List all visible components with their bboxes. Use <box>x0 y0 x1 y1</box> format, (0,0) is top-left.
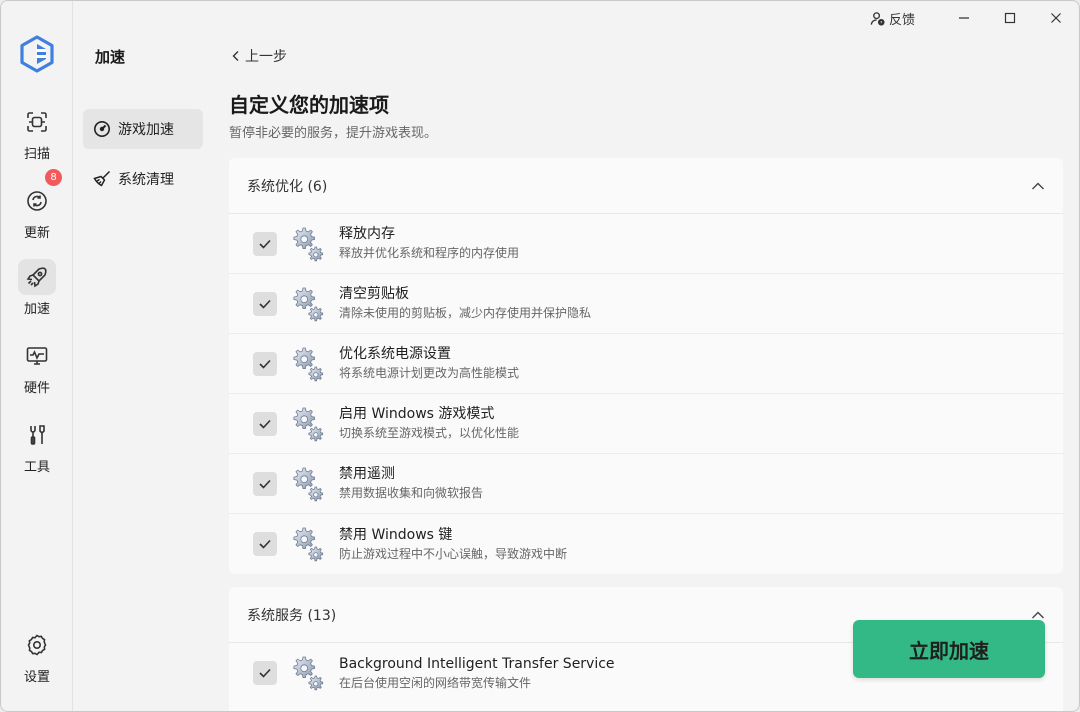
subnav-item-system-clean[interactable]: 系统清理 <box>83 159 203 199</box>
icon-rail: 扫描 8 更新 加速 硬件 工具 设置 <box>1 1 73 711</box>
gears-icon <box>286 524 326 564</box>
checkmark-icon <box>259 479 271 489</box>
subnav-item-game-boost[interactable]: 游戏加速 <box>83 109 203 149</box>
rail-label-hardware: 硬件 <box>23 381 50 396</box>
item-desc: 切换系统至游戏模式，以优化性能 <box>339 426 520 440</box>
rail-item-settings[interactable]: 设置 <box>1 627 73 685</box>
page-title: 自定义您的加速项 <box>229 93 389 117</box>
gears-icon <box>286 224 326 264</box>
item-desc: 释放并优化系统和程序的内存使用 <box>339 246 520 260</box>
rail-label-scan: 扫描 <box>23 147 50 162</box>
gears-icon <box>286 284 326 324</box>
checkmark-icon <box>259 359 271 369</box>
app-logo-icon <box>20 35 54 73</box>
list-item: 释放内存 释放并优化系统和程序的内存使用 <box>229 214 1063 274</box>
item-desc: 清除未使用的剪贴板，减少内存使用并保护隐私 <box>339 306 592 320</box>
item-desc: 在后台使用空闲的网络带宽传输文件 <box>339 675 532 690</box>
item-title: 禁用遥测 <box>339 466 395 482</box>
checkmark-icon <box>259 419 271 429</box>
checkmark-icon <box>259 668 271 678</box>
hardware-monitor-icon <box>18 338 56 374</box>
list-item: 启用 Windows 游戏模式 切换系统至游戏模式，以优化性能 <box>229 394 1063 454</box>
rail-item-tools[interactable]: 工具 <box>1 417 73 475</box>
checkmark-icon <box>259 299 271 309</box>
rocket-icon <box>18 259 56 295</box>
gauge-icon <box>94 121 110 137</box>
rail-item-scan[interactable]: 扫描 <box>1 104 73 162</box>
broom-icon <box>93 170 111 187</box>
subnav-label-system-clean: 系统清理 <box>118 172 174 188</box>
update-count-badge: 8 <box>45 169 62 186</box>
rail-item-hardware[interactable]: 硬件 <box>1 338 73 396</box>
main-content: 上一步 自定义您的加速项 暂停非必要的服务，提升游戏表现。 系统优化 (6) 释… <box>213 1 1079 711</box>
update-icon: 8 <box>18 169 62 219</box>
rail-item-update[interactable]: 8 更新 <box>1 169 73 241</box>
gears-icon <box>286 653 326 693</box>
list-item: 清空剪贴板 清除未使用的剪贴板，减少内存使用并保护隐私 <box>229 274 1063 334</box>
subnav-title: 加速 <box>95 48 126 66</box>
gears-icon <box>286 464 326 504</box>
item-title: 禁用 Windows 键 <box>339 526 453 543</box>
item-checkbox[interactable] <box>253 291 277 316</box>
gears-icon <box>286 344 326 384</box>
rail-label-settings: 设置 <box>23 670 50 685</box>
group-title: 系统优化 (6) <box>247 178 328 195</box>
tools-icon <box>18 417 56 453</box>
item-title: 清空剪贴板 <box>339 286 409 302</box>
item-desc: 防止游戏过程中不小心误触，导致游戏中断 <box>339 546 568 561</box>
list-item: 禁用遥测 禁用数据收集和向微软报告 <box>229 454 1063 514</box>
list-item: 优化系统电源设置 将系统电源计划更改为高性能模式 <box>229 334 1063 394</box>
item-title: 优化系统电源设置 <box>339 346 451 362</box>
list-item: 禁用 Windows 键 防止游戏过程中不小心误触，导致游戏中断 <box>229 514 1063 574</box>
gear-icon <box>18 627 56 663</box>
rail-label-update: 更新 <box>23 226 50 241</box>
item-checkbox[interactable] <box>253 661 277 685</box>
item-desc: 将系统电源计划更改为高性能模式 <box>339 366 520 380</box>
item-title: 启用 Windows 游戏模式 <box>339 406 495 422</box>
app-window: 扫描 8 更新 加速 硬件 工具 设置 加速 游戏加速 系统清理 反馈 上一步 … <box>0 0 1080 712</box>
page-subtitle: 暂停非必要的服务，提升游戏表现。 <box>229 126 438 141</box>
group-title: 系统服务 (13) <box>247 607 337 624</box>
chevron-up-icon <box>1032 182 1044 189</box>
checkmark-icon <box>259 539 271 549</box>
item-checkbox[interactable] <box>253 532 277 556</box>
rail-label-tools: 工具 <box>23 460 50 475</box>
chevron-left-icon <box>232 51 239 61</box>
rail-label-boost: 加速 <box>23 302 50 317</box>
chevron-up-icon <box>1032 611 1044 618</box>
scan-icon <box>18 104 56 140</box>
group-header[interactable]: 系统优化 (6) <box>229 158 1063 214</box>
item-checkbox[interactable] <box>253 231 277 256</box>
subnav-label-game-boost: 游戏加速 <box>118 122 174 138</box>
boost-now-button[interactable]: 立即加速 <box>853 620 1045 678</box>
item-checkbox[interactable] <box>253 351 277 376</box>
item-title: Background Intelligent Transfer Service <box>339 655 615 672</box>
item-checkbox[interactable] <box>253 411 277 436</box>
back-label: 上一步 <box>245 49 287 65</box>
item-title: 释放内存 <box>339 226 395 242</box>
secondary-nav: 加速 游戏加速 系统清理 <box>73 1 213 711</box>
checkmark-icon <box>259 239 271 249</box>
item-desc: 禁用数据收集和向微软报告 <box>339 486 484 500</box>
item-checkbox[interactable] <box>253 471 277 496</box>
group-system-optimization: 系统优化 (6) 释放内存 释放并优化系统和程序的内存使用 清空剪贴板 清除未使… <box>229 158 1063 574</box>
rail-item-boost[interactable]: 加速 <box>1 259 73 317</box>
gears-icon <box>286 404 326 444</box>
back-link[interactable]: 上一步 <box>231 46 287 66</box>
